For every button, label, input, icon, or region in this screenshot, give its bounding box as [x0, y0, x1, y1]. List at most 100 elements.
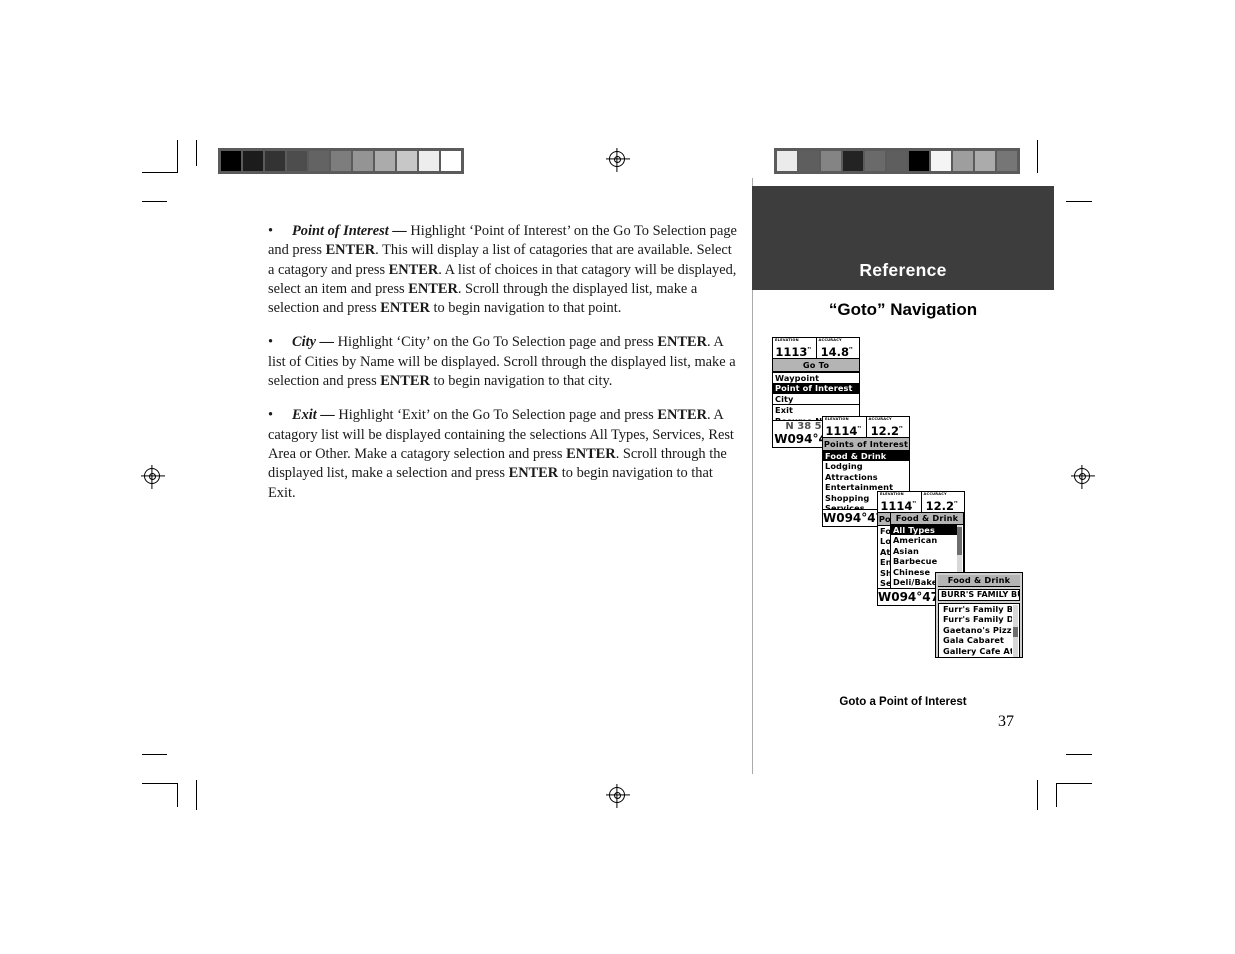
wedge-swatch: [221, 151, 241, 171]
wedge-swatch: [375, 151, 395, 171]
page-title: “Goto” Navigation: [828, 300, 978, 319]
crop-mark-tr-h: [1066, 201, 1092, 203]
body-paragraph: • Point of Interest — Highlight ‘Point of…: [268, 222, 738, 318]
screen-title: Points of Interest: [823, 438, 909, 451]
list-item[interactable]: All Types: [891, 525, 957, 536]
search-field[interactable]: BURR'S FAMILY BUF: [938, 589, 1020, 601]
status-value: 12.2ᶠᵗ: [925, 499, 958, 513]
result-item[interactable]: Gala Cabaret: [941, 635, 1012, 645]
key-name-enter: ENTER: [388, 261, 439, 278]
body-text-column: • Point of Interest — Highlight ‘Point of…: [268, 222, 738, 518]
list-item[interactable]: Point of Interest: [773, 383, 859, 394]
crop-mark-br-v: [1037, 780, 1039, 810]
status-cell: ELEVATION 1114ᶠᵗ: [823, 417, 866, 437]
registration-target-top: [609, 151, 625, 167]
results-list: Furr's Family BuffeFurr's Family DiningG…: [938, 603, 1020, 657]
key-name-enter: ENTER: [508, 465, 559, 482]
list-item[interactable]: American: [891, 535, 957, 545]
list-item[interactable]: Food & Drink: [823, 451, 909, 462]
key-name-enter: ENTER: [325, 242, 376, 259]
wedge-swatch: [397, 151, 417, 171]
status-label: ACCURACY: [868, 417, 892, 421]
menu-list: Waypoint Point of Interest City Exit Resume …: [773, 372, 859, 420]
crop-mark-br-h: [1066, 754, 1092, 756]
result-item[interactable]: Gallery Cafe At Cre: [941, 646, 1012, 656]
key-name-enter: ENTER: [657, 407, 707, 424]
list-item[interactable]: Barbecue: [891, 556, 957, 566]
scrollbar[interactable]: [1013, 605, 1018, 657]
gps-screen-go-to-selection[interactable]: ELEVATION 1113ᶠᵗ ACCURACY 14.8ᶠᵗ Go To Waypoi…: [772, 337, 860, 421]
key-name-enter: ENTER: [657, 334, 707, 351]
crop-mark-tl-h2: [142, 201, 167, 203]
result-item[interactable]: Furr's Family Buffe: [941, 604, 1012, 614]
crop-mark-tr-v: [1037, 140, 1039, 173]
status-label: ACCURACY: [923, 492, 947, 496]
wedge-swatch: [931, 151, 951, 171]
registration-target-bottom: [609, 787, 625, 803]
result-item[interactable]: Furr's Family Dining: [941, 614, 1012, 624]
bullet-marker: •: [268, 223, 274, 239]
body-paragraph: • City — Highlight ‘City’ on the Go To Se…: [268, 333, 738, 391]
scrollbar-thumb[interactable]: [1013, 627, 1018, 637]
body-paragraph: • Exit — Highlight ‘Exit’ on the Go To Se…: [268, 406, 738, 502]
figure-caption: Goto a Point of Interest: [839, 696, 967, 708]
body-text-run: Highlight ‘Exit’ on the Go To Selection …: [334, 407, 658, 424]
scrollbar-thumb[interactable]: [957, 527, 962, 555]
wedge-swatch: [353, 151, 373, 171]
status-value: 1114ᶠᵗ: [825, 424, 862, 438]
wedge-swatch: [419, 151, 439, 171]
status-cell: ACCURACY 12.2ᶠᵗ: [865, 417, 910, 438]
popup-title: Food & Drink: [891, 513, 963, 525]
status-cell: ELEVATION 1113ᶠᵗ: [773, 338, 816, 358]
registration-target-left: [144, 468, 160, 484]
body-text-run: to begin navigation to that city.: [429, 373, 613, 390]
crop-mark-bl-h: [142, 754, 167, 756]
result-item[interactable]: Gaetano's Pizza: [941, 625, 1012, 635]
status-cell: ACCURACY 12.2ᶠᵗ: [920, 492, 965, 513]
paragraph-lead-in: Exit —: [292, 407, 335, 424]
crop-mark-br-corner-v: [1056, 783, 1058, 807]
status-bar: ELEVATION 1113ᶠᵗ ACCURACY 14.8ᶠᵗ: [773, 338, 859, 359]
list-item[interactable]: Attractions: [823, 472, 909, 482]
coordinate-longitude: W094°47.: [878, 590, 943, 604]
crop-mark-tl-h: [142, 172, 178, 174]
body-text-run: to begin navigation to that point.: [429, 300, 622, 317]
wedge-swatch: [243, 151, 263, 171]
wedge-swatch: [997, 151, 1017, 171]
paragraph-lead-in: Point of Interest —: [292, 223, 407, 239]
status-value: 1114ᶠᵗ: [880, 499, 917, 513]
crop-mark-bl-v: [196, 780, 198, 810]
key-name-enter: ENTER: [380, 373, 430, 390]
status-bar: ELEVATION 1114ᶠᵗ ACCURACY 12.2ᶠᵗ: [878, 492, 964, 513]
status-label: ELEVATION: [825, 417, 849, 421]
status-label: ACCURACY: [818, 338, 842, 342]
wedge-swatch: [799, 151, 819, 171]
wedge-swatch: [309, 151, 329, 171]
list-item[interactable]: Exit: [773, 404, 859, 415]
list-item[interactable]: City: [773, 394, 859, 404]
wedge-swatch: [865, 151, 885, 171]
section-header-label: Reference: [859, 260, 947, 280]
crop-mark-tl-v: [177, 140, 179, 173]
wedge-swatch: [843, 151, 863, 171]
gps-screen-food-types-coordinates: W094°47.: [877, 588, 943, 606]
status-label: ELEVATION: [880, 492, 904, 496]
crop-mark-bl-corner-v: [177, 783, 179, 807]
list-item[interactable]: Waypoint: [773, 372, 859, 383]
status-value: 1113ᶠᵗ: [775, 345, 812, 359]
list-item[interactable]: Asian: [891, 546, 957, 556]
wedge-swatch: [953, 151, 973, 171]
list-item[interactable]: Lodging: [823, 461, 909, 471]
crop-mark-br-corner-h: [1056, 783, 1092, 785]
grayscale-step-wedge: [218, 148, 464, 174]
body-text-run: Highlight ‘City’ on the Go To Selection …: [333, 334, 658, 351]
status-value: 12.2ᶠᵗ: [870, 424, 903, 438]
crop-mark-bl-corner-h: [142, 783, 178, 785]
key-name-enter: ENTER: [408, 280, 458, 297]
key-name-enter: ENTER: [380, 300, 430, 317]
gps-screen-food-results[interactable]: Food & Drink BURR'S FAMILY BUF Furr's Fami…: [935, 572, 1023, 658]
manual-page: • Point of Interest — Highlight ‘Point of…: [0, 0, 1235, 954]
wedge-swatch: [887, 151, 907, 171]
result-item[interactable]: Gambino's Pizza: [941, 656, 1012, 657]
bullet-marker: •: [268, 334, 274, 351]
